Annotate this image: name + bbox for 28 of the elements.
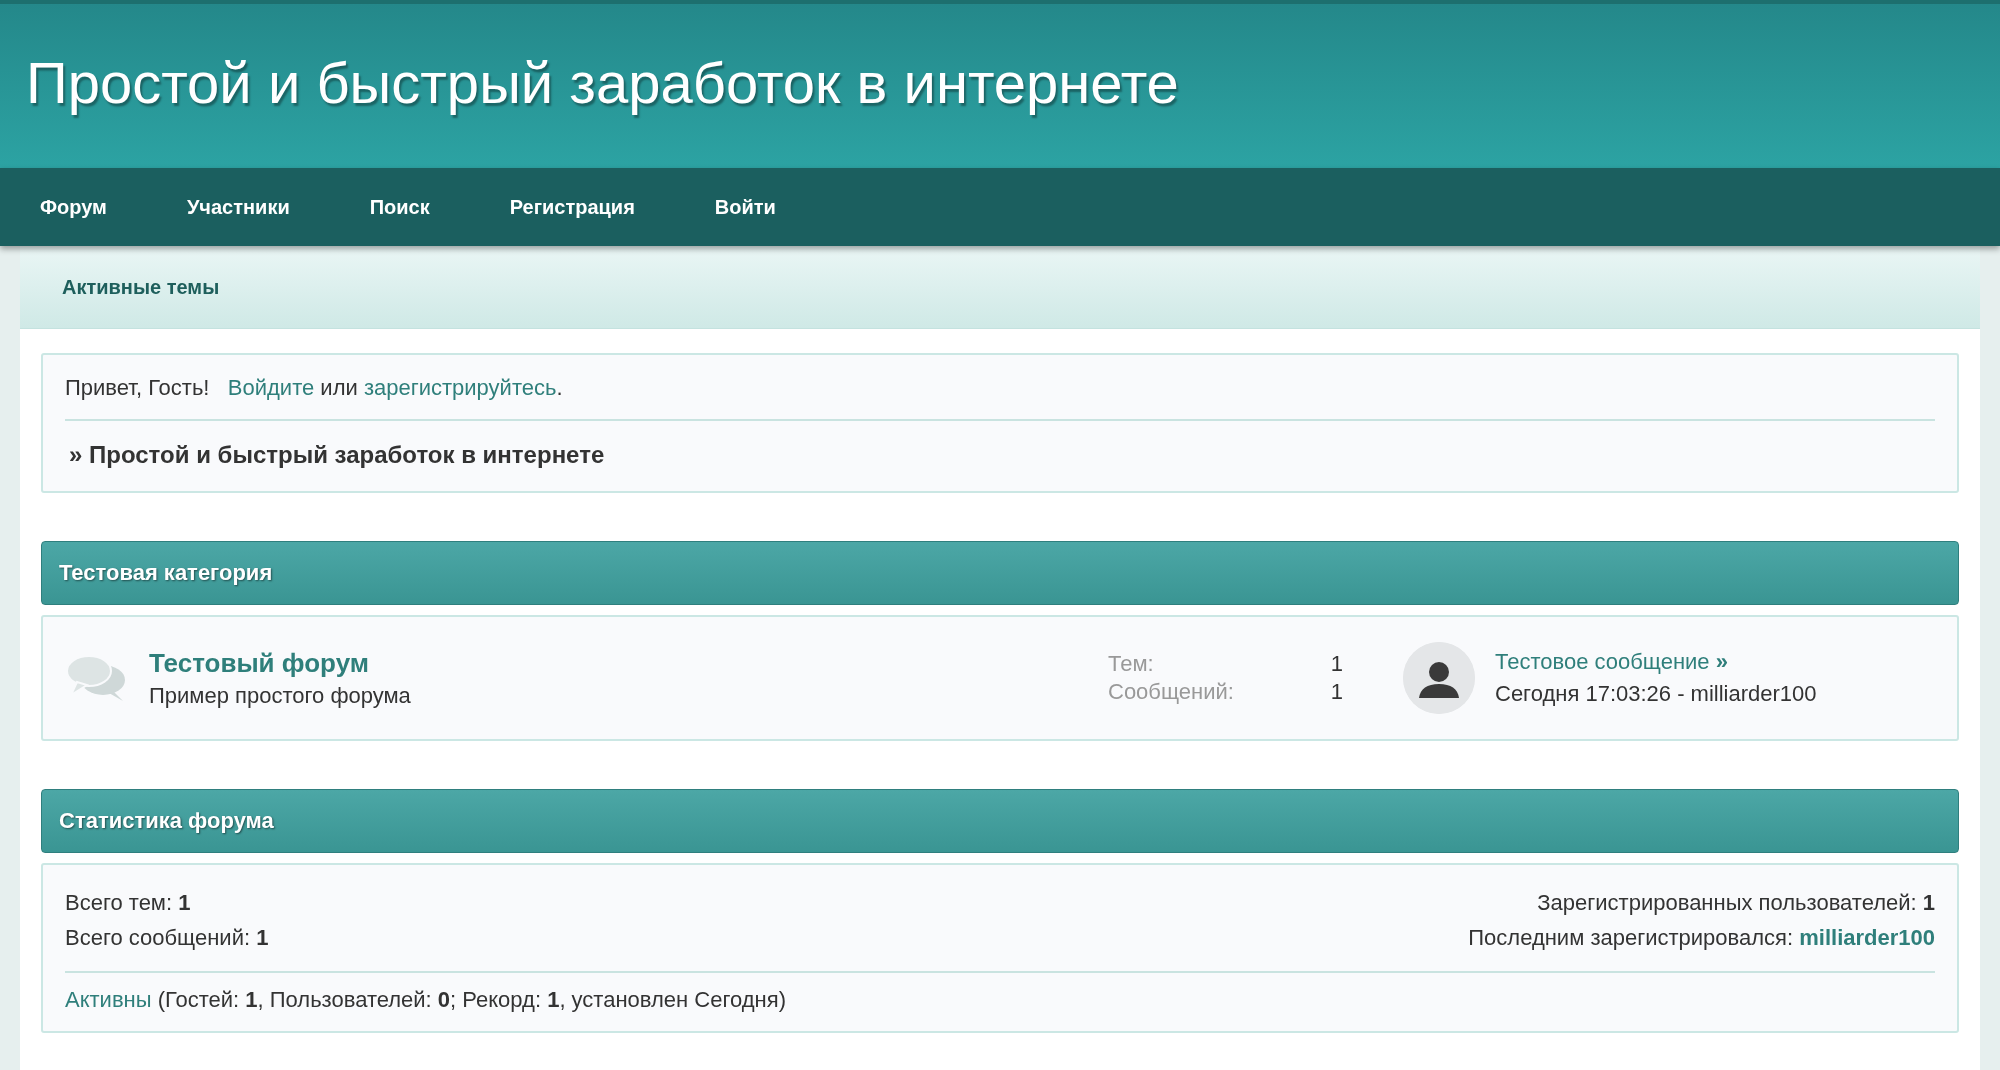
nav-link[interactable]: Поиск [347,185,452,229]
breadcrumb: » Простой и быстрый заработок в интернете [68,440,606,470]
forum-title-link[interactable]: Тестовый форум [149,647,369,679]
user-link[interactable]: milliarder100 [1799,925,1935,950]
stat-label: Тем: [1108,651,1155,677]
welcome-text: Привет, Гость! Войдите или зарегистрируйтесь. [65,355,1935,421]
statistics-header: Статистика форума [41,789,1959,853]
active-topics-link[interactable]: Активные темы [62,275,220,299]
online-text: Активны (Гостей: 1, Пользователей: 0; Рекорд: 1, установлен Сегодня) [65,986,787,1014]
stat-value: 1 [1329,651,1343,677]
last-post-link[interactable]: Тестовое сообщение » [1495,649,1728,675]
last-post-meta: Сегодня 17:03:26 - milliarder100 [1495,681,1818,707]
category-header: Тестовая категория [41,541,1959,605]
stat-line: Всего сообщений: 1 [65,924,269,952]
login-link[interactable]: Войдите [227,375,315,400]
register-link[interactable]: зарегистрируйтесь [363,375,557,400]
stat-line: Всего тем: 1 [65,889,192,917]
nav-link[interactable]: Форум [18,185,129,229]
nav-link[interactable]: Войти [692,185,798,229]
forum-description: Пример простого форума [149,682,412,709]
stat-line: Зарегистрированных пользователей: 1 [1537,889,1935,917]
stat-label: Сообщений: [1108,679,1235,705]
last-registered-text: Последним зарегистрировался: milliarder100 [1468,924,1935,952]
stat-value: 1 [1329,679,1343,705]
nav-link[interactable]: Участники [164,185,312,229]
nav-link[interactable]: Регистрация [487,185,657,229]
online-link[interactable]: Активны [65,987,152,1012]
site-title: Простой и быстрый заработок в интернете [26,48,1179,116]
